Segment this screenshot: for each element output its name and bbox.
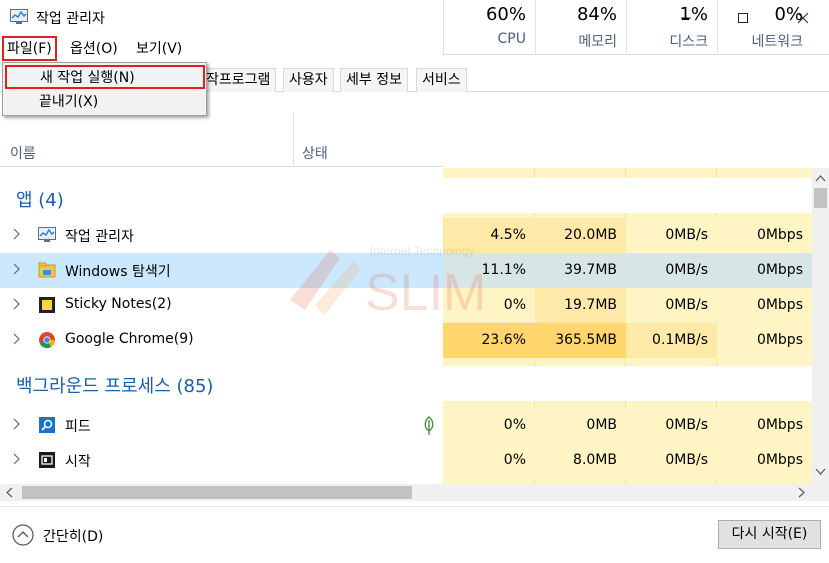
process-row[interactable]: 시작 0% 8.0MB 0MB/s 0Mbps <box>0 443 812 478</box>
process-row[interactable]: Windows 탐색기 11.1% 39.7MB 0MB/s 0Mbps <box>0 253 812 288</box>
expand-chevron-icon[interactable] <box>11 453 21 465</box>
task-manager-app-icon <box>10 9 28 24</box>
disk-total: 1% <box>679 4 708 25</box>
fewer-details-icon[interactable] <box>12 524 34 546</box>
disk-value: 0MB/s <box>626 408 717 443</box>
vertical-scroll-thumb[interactable] <box>814 188 827 208</box>
network-value: 0Mbps <box>717 218 812 253</box>
group-apps-label: 앱 (4) <box>16 190 64 211</box>
task-manager-icon <box>38 227 56 242</box>
cpu-value: 0% <box>443 288 535 323</box>
process-row[interactable]: 피드 0% 0MB 0MB/s 0Mbps <box>0 408 812 443</box>
vertical-scrollbar[interactable] <box>812 168 829 484</box>
process-name: Sticky Notes(2) <box>65 296 172 312</box>
process-name: Windows 탐색기 <box>65 264 171 280</box>
network-value: 0Mbps <box>717 323 812 358</box>
tab-users[interactable]: 사용자 <box>283 68 334 92</box>
column-memory[interactable]: 84% 메모리 <box>535 0 626 55</box>
disk-value: 0MB/s <box>626 253 717 288</box>
scroll-up-arrow-icon[interactable] <box>815 174 826 182</box>
feed-icon <box>39 417 55 433</box>
tab-details[interactable]: 세부 정보 <box>340 68 408 92</box>
tab-services[interactable]: 서비스 <box>416 68 467 92</box>
column-cpu[interactable]: 60% CPU <box>443 0 535 55</box>
menu-options[interactable]: 옵션(O) <box>66 39 122 60</box>
process-row[interactable]: Google Chrome(9) 23.6% 365.5MB 0.1MB/s 0… <box>0 323 812 358</box>
memory-value: 365.5MB <box>535 323 626 358</box>
scroll-left-arrow-icon[interactable] <box>5 487 13 498</box>
menu-view[interactable]: 보기(V) <box>132 39 186 60</box>
expand-chevron-icon[interactable] <box>11 418 21 430</box>
cpu-value: 4.5% <box>443 218 535 253</box>
group-background-label: 백그라운드 프로세스 (85) <box>16 376 214 397</box>
network-total: 0% <box>774 4 803 25</box>
memory-value: 19.7MB <box>535 288 626 323</box>
memory-value: 8.0MB <box>535 443 626 478</box>
horizontal-scroll-thumb[interactable] <box>22 486 412 499</box>
file-menu-dropdown: 새 작업 실행(N) 끝내기(X) <box>2 62 207 116</box>
scroll-down-arrow-icon[interactable] <box>815 468 826 476</box>
file-explorer-icon <box>38 262 56 278</box>
run-new-task-item[interactable]: 새 작업 실행(N) <box>5 65 205 89</box>
process-name: 작업 관리자 <box>65 229 134 245</box>
disk-label: 디스크 <box>669 34 708 50</box>
disk-value: 0MB/s <box>626 218 717 253</box>
memory-value: 0MB <box>535 408 626 443</box>
column-name[interactable]: 이름 <box>10 143 36 163</box>
network-value: 0Mbps <box>717 443 812 478</box>
memory-label: 메모리 <box>578 34 617 50</box>
process-list: 앱 (4) 작업 관리자 4.5% 20.0MB 0MB/s 0Mbps Win… <box>0 168 812 484</box>
expand-chevron-icon[interactable] <box>11 333 21 345</box>
start-icon <box>39 452 55 468</box>
memory-value: 39.7MB <box>535 253 626 288</box>
eco-leaf-icon <box>424 416 434 435</box>
process-row[interactable]: 작업 관리자 4.5% 20.0MB 0MB/s 0Mbps <box>0 218 812 253</box>
restart-button[interactable]: 다시 시작(E) <box>718 520 821 549</box>
group-header-apps[interactable]: 앱 (4) <box>0 178 812 213</box>
task-manager-window: 작업 관리자 파일(F) 옵션(O) 보기(V) 작프로그램 사용자 세부 정보… <box>0 0 829 563</box>
scroll-right-arrow-icon[interactable] <box>798 487 806 498</box>
column-disk[interactable]: 1% 디스크 <box>626 0 717 55</box>
expand-chevron-icon[interactable] <box>11 298 21 310</box>
chrome-icon <box>39 332 55 348</box>
memory-total: 84% <box>576 4 617 25</box>
disk-value: 0MB/s <box>626 443 717 478</box>
cpu-value: 0% <box>443 408 535 443</box>
network-value: 0Mbps <box>717 253 812 288</box>
disk-value: 0.1MB/s <box>626 323 717 358</box>
sticky-notes-icon <box>39 297 55 313</box>
disk-value: 0MB/s <box>626 288 717 323</box>
header-left: 이름 상태 <box>0 112 443 167</box>
expand-chevron-icon[interactable] <box>11 228 21 240</box>
cpu-label: CPU <box>497 31 526 47</box>
menu-file[interactable]: 파일(F) <box>2 36 57 61</box>
group-header-background[interactable]: 백그라운드 프로세스 (85) <box>0 366 812 401</box>
process-name: 시작 <box>65 454 91 470</box>
process-row[interactable]: Sticky Notes(2) 0% 19.7MB 0MB/s 0Mbps <box>0 288 812 323</box>
footer-bar: 간단히(D) 다시 시작(E) <box>0 506 829 563</box>
tab-startup[interactable]: 작프로그램 <box>200 68 277 92</box>
cpu-total: 60% <box>485 4 526 25</box>
column-status[interactable]: 상태 <box>302 143 328 163</box>
cpu-value: 11.1% <box>443 253 535 288</box>
memory-value: 20.0MB <box>535 218 626 253</box>
fewer-details-link[interactable]: 간단히(D) <box>43 526 103 546</box>
expand-chevron-icon[interactable] <box>11 263 21 275</box>
cpu-value: 23.6% <box>443 323 535 358</box>
process-name: Google Chrome(9) <box>65 331 194 347</box>
network-value: 0Mbps <box>717 408 812 443</box>
network-label: 네트워크 <box>751 34 803 50</box>
cpu-value: 0% <box>443 443 535 478</box>
network-value: 0Mbps <box>717 288 812 323</box>
window-title: 작업 관리자 <box>36 11 105 27</box>
exit-item[interactable]: 끝내기(X) <box>3 91 206 115</box>
process-name: 피드 <box>65 419 91 435</box>
column-network[interactable]: 0% 네트워크 <box>717 0 829 55</box>
horizontal-scrollbar[interactable] <box>0 484 812 501</box>
